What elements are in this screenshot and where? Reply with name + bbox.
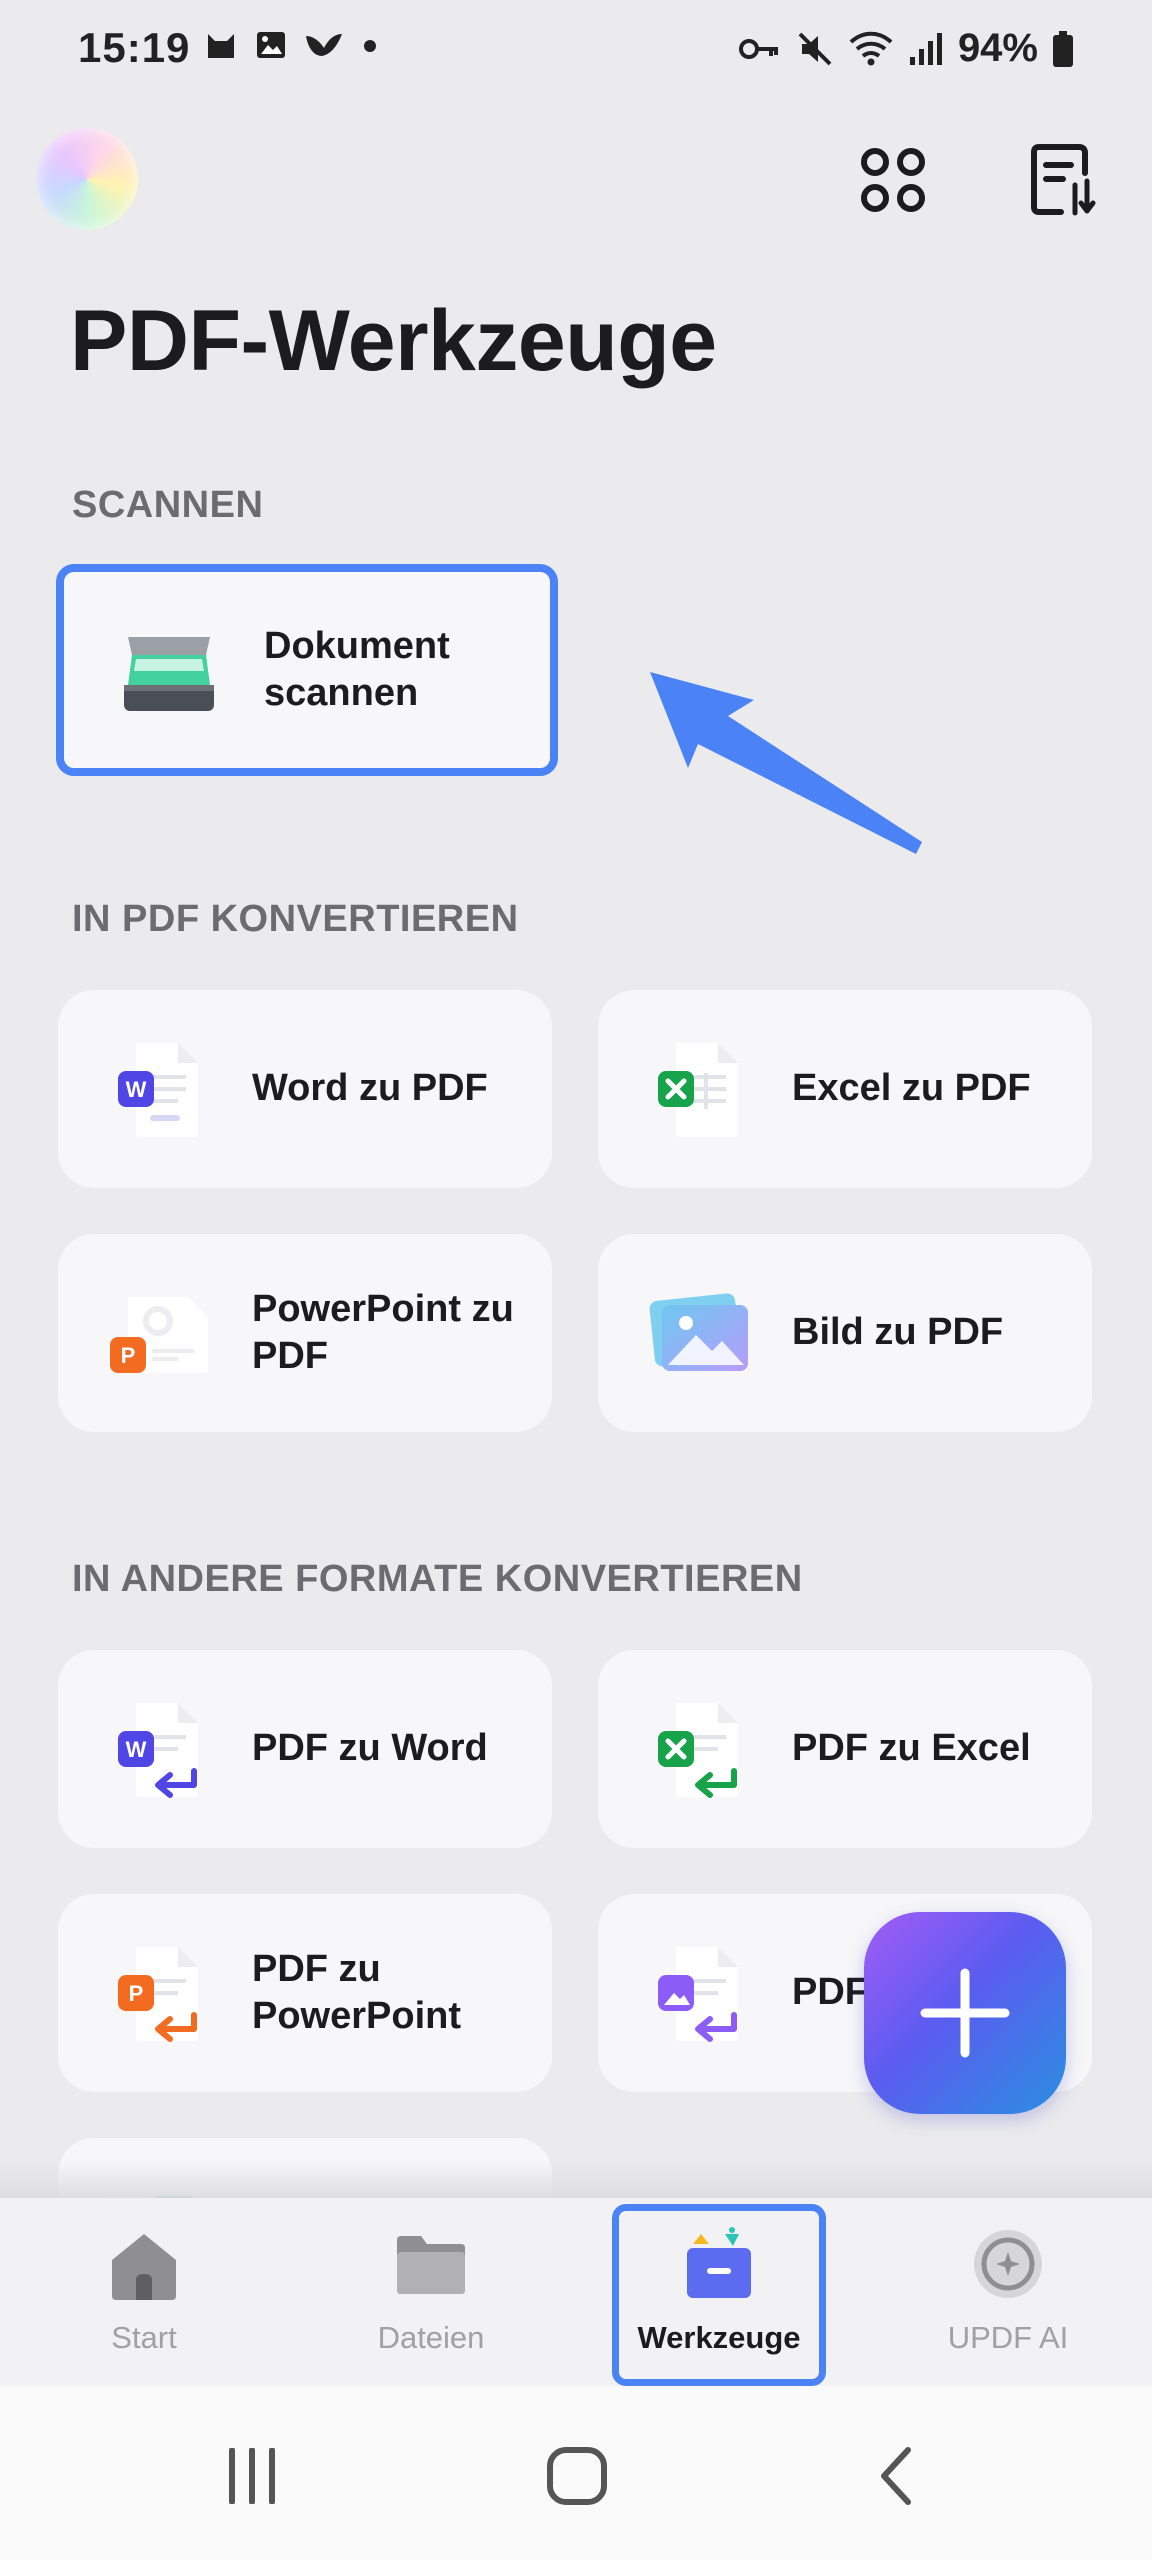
pdf-to-excel-button[interactable]: PDF zu Excel	[598, 1650, 1092, 1848]
pdf-to-powerpoint-button[interactable]: P PDF zu PowerPoint	[58, 1894, 552, 2092]
bird-notification-icon	[306, 34, 342, 56]
status-time: 15:19	[78, 24, 191, 71]
svg-text:P: P	[121, 1343, 136, 1368]
pdf-to-word-button[interactable]: W PDF zu Word	[58, 1650, 552, 1848]
notification-icons	[204, 28, 380, 62]
svg-text:P: P	[129, 1981, 144, 2006]
apps-grid-button[interactable]	[853, 140, 933, 220]
battery-icon	[1053, 30, 1073, 67]
nav-files[interactable]: Dateien	[331, 2216, 531, 2366]
document-sort-icon	[1031, 144, 1096, 216]
image-to-pdf-button[interactable]: Bild zu PDF	[598, 1234, 1092, 1432]
ai-icon	[974, 2230, 1042, 2298]
dot-notification-icon	[364, 40, 376, 52]
image-notification-icon	[257, 32, 285, 58]
home-icon	[112, 2234, 176, 2300]
nav-tools-highlight	[612, 2204, 826, 2386]
nav-files-label: Dateien	[377, 2320, 485, 2355]
word-file-icon: W	[118, 1043, 198, 1137]
mute-icon	[798, 32, 832, 65]
powerpoint-to-pdf-button[interactable]: P PowerPoint zu PDF	[58, 1234, 552, 1432]
avatar[interactable]	[36, 128, 138, 230]
pdf-to-powerpoint-icon: P	[118, 1947, 198, 2042]
system-nav-bar	[0, 2386, 1152, 2560]
add-button[interactable]	[864, 1912, 1066, 2114]
pdf-to-powerpoint-label: PDF zu PowerPoint	[252, 1947, 462, 2038]
plus-icon	[920, 1968, 1010, 2058]
bottom-fade	[0, 2160, 1152, 2200]
nav-ai-label: UPDF AI	[947, 2320, 1069, 2355]
section-label-to-pdf: IN PDF KONVERTIEREN	[72, 898, 519, 940]
pointer-arrow-icon	[650, 672, 922, 854]
back-icon[interactable]	[876, 2446, 916, 2506]
excel-to-pdf-button[interactable]: Excel zu PDF	[598, 990, 1092, 1188]
word-to-pdf-label: Word zu PDF	[252, 1067, 488, 1110]
image-to-pdf-label: Bild zu PDF	[792, 1311, 1004, 1354]
apps-grid-icon	[861, 148, 925, 212]
signal-icon	[909, 32, 942, 65]
nav-ai[interactable]: UPDF AI	[908, 2216, 1108, 2366]
section-label-from-pdf: IN ANDERE FORMATE KONVERTIEREN	[72, 1558, 803, 1600]
nav-start-label: Start	[111, 2320, 177, 2355]
svg-text:W: W	[126, 1077, 147, 1102]
scan-document-button[interactable]: Dokument scannen	[56, 564, 558, 776]
battery-percent: 94%	[957, 26, 1038, 70]
folder-icon	[397, 2236, 465, 2294]
vpn-key-icon	[738, 38, 778, 59]
powerpoint-file-icon: P	[110, 1297, 208, 1373]
bottom-nav: Start Dateien Werkzeuge UPDF AI	[0, 2198, 1152, 2386]
scan-document-label: Dokument scannen	[264, 624, 450, 715]
svg-text:W: W	[126, 1737, 147, 1762]
sort-document-button[interactable]	[1024, 140, 1104, 220]
word-to-pdf-button[interactable]: W Word zu PDF	[58, 990, 552, 1188]
pdf-to-word-label: PDF zu Word	[252, 1727, 488, 1770]
scanner-icon	[124, 637, 214, 711]
recent-apps-icon[interactable]	[222, 2448, 282, 2504]
excel-file-icon	[658, 1043, 738, 1137]
pdf-to-image-icon	[658, 1947, 738, 2042]
pdf-to-word-icon: W	[118, 1703, 198, 1798]
pdf-to-excel-icon	[658, 1703, 738, 1798]
cat-notification-icon	[208, 34, 234, 58]
image-file-icon	[649, 1293, 748, 1371]
wifi-icon	[849, 31, 893, 65]
nav-start[interactable]: Start	[44, 2216, 244, 2366]
system-icons: 94%	[738, 26, 1074, 71]
home-nav-icon[interactable]	[546, 2446, 608, 2506]
status-bar: 15:19 94%	[0, 0, 1152, 100]
pdf-to-excel-label: PDF zu Excel	[792, 1727, 1031, 1770]
section-label-scan: SCANNEN	[72, 484, 264, 526]
excel-to-pdf-label: Excel zu PDF	[792, 1067, 1031, 1110]
powerpoint-to-pdf-label: PowerPoint zu PDF	[252, 1287, 514, 1378]
page-title: PDF-Werkzeuge	[70, 293, 717, 389]
